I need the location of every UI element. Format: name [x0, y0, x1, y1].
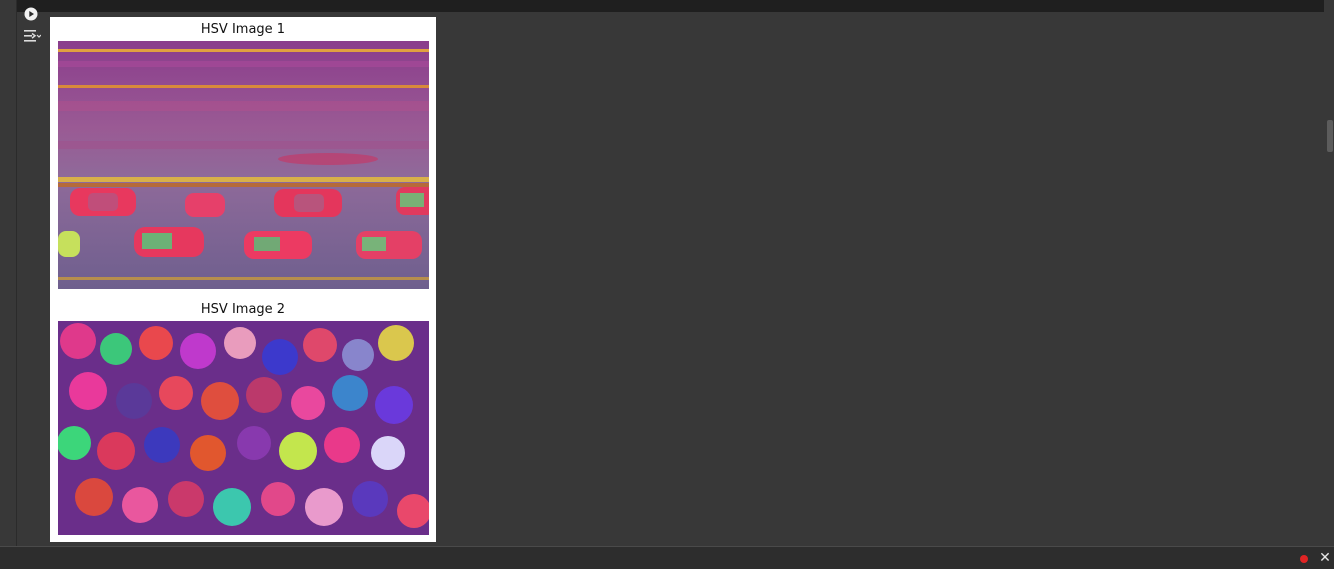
- output-options-button[interactable]: [23, 28, 42, 44]
- recording-indicator-icon: [1300, 555, 1308, 563]
- cell-output-panel: HSV Image 1 HSV Image 2: [50, 17, 436, 542]
- cell-gutter: [16, 0, 17, 546]
- hsv-image-2: [58, 321, 429, 535]
- figure-1-title: HSV Image 1: [200, 22, 286, 37]
- code-cell-strip[interactable]: [16, 0, 1324, 12]
- status-bar: ✕: [0, 546, 1334, 569]
- notebook-page: HSV Image 1 HSV Image 2 ✕: [0, 0, 1334, 569]
- play-circle-icon: [24, 7, 38, 21]
- output-toggle-icon: [24, 30, 42, 42]
- close-icon[interactable]: ✕: [1318, 550, 1332, 566]
- hsv-image-1: [58, 41, 429, 289]
- figure-2-title: HSV Image 2: [200, 302, 286, 317]
- vertical-scrollbar-thumb[interactable]: [1327, 120, 1333, 152]
- run-cell-button[interactable]: [24, 6, 38, 21]
